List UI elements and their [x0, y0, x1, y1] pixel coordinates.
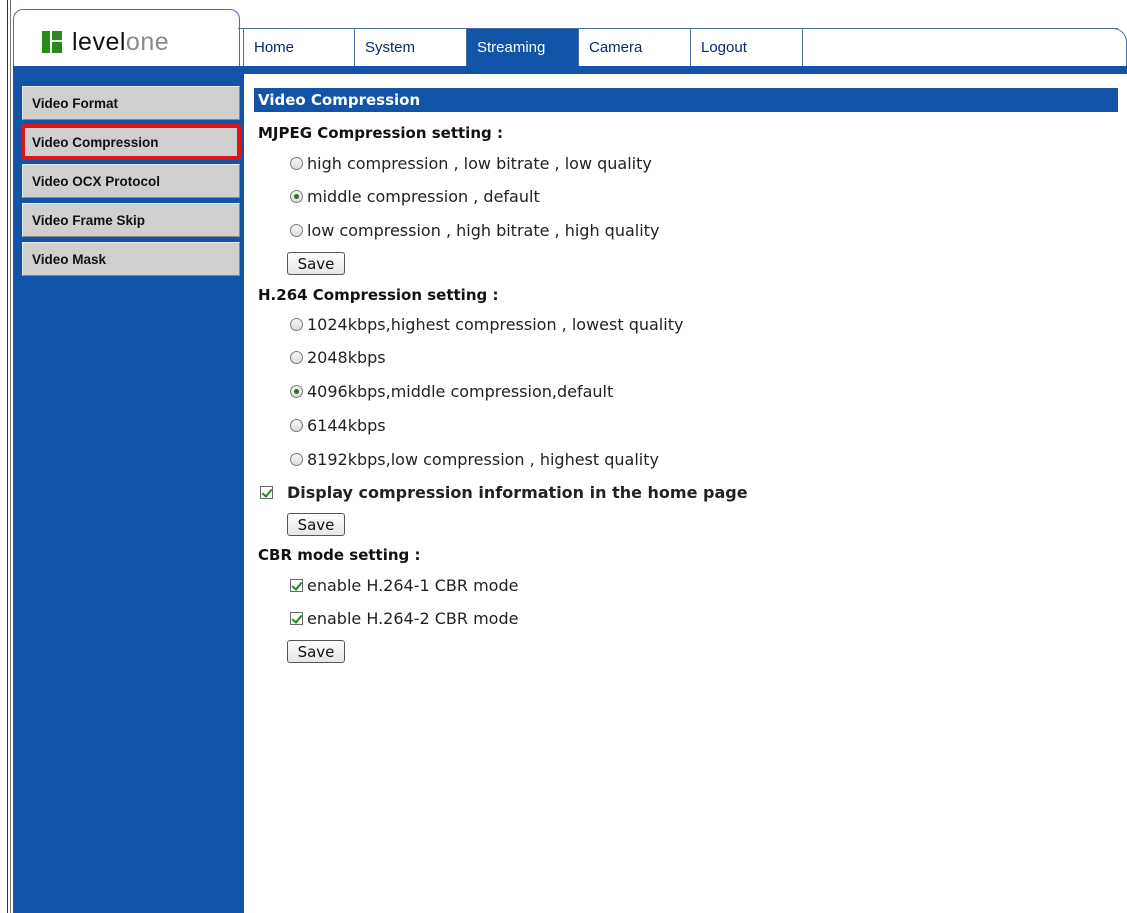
option-label: low compression , high bitrate , high qu…: [307, 221, 660, 240]
sidebar-item-video-format[interactable]: Video Format: [22, 86, 240, 120]
cbr-option-h264-1[interactable]: enable H.264-1 CBR mode: [290, 576, 518, 595]
window-edge: [7, 0, 8, 913]
radio-button[interactable]: [290, 190, 303, 203]
h264-option-4096[interactable]: 4096kbps,middle compression,default: [290, 382, 613, 401]
cbr-heading: CBR mode setting :: [258, 546, 421, 564]
sidebar-item-video-compression[interactable]: Video Compression: [21, 124, 241, 160]
nav-tab-home[interactable]: Home: [243, 29, 355, 66]
window-edge-inner: [10, 0, 11, 913]
radio-button[interactable]: [290, 157, 303, 170]
mjpeg-save-button[interactable]: Save: [287, 252, 345, 275]
option-label: middle compression , default: [307, 187, 540, 206]
checkbox[interactable]: [290, 579, 303, 592]
main-content: Video Compression MJPEG Compression sett…: [244, 74, 1127, 913]
nav-tab-camera[interactable]: Camera: [579, 29, 691, 66]
section-title: Video Compression: [254, 88, 1118, 112]
logo-wordmark: levelone: [72, 27, 170, 56]
sidebar-item-video-ocx-protocol[interactable]: Video OCX Protocol: [22, 164, 240, 198]
main-nav: Home System Streaming Camera Logout: [243, 29, 803, 66]
nav-tab-streaming[interactable]: Streaming: [467, 29, 579, 66]
radio-button[interactable]: [290, 351, 303, 364]
sidebar: Video Format Video Compression Video OCX…: [13, 74, 244, 913]
sidebar-item-video-mask[interactable]: Video Mask: [22, 242, 240, 276]
display-info-checkbox[interactable]: [260, 486, 273, 499]
mjpeg-option-high[interactable]: high compression , low bitrate , low qua…: [290, 154, 652, 173]
checkbox[interactable]: [290, 612, 303, 625]
h264-save-button[interactable]: Save: [287, 513, 345, 536]
logo-mark-icon: [42, 31, 62, 53]
h264-option-6144[interactable]: 6144kbps: [290, 416, 386, 435]
h264-option-1024[interactable]: 1024kbps,highest compression , lowest qu…: [290, 315, 683, 334]
h264-heading: H.264 Compression setting :: [258, 286, 499, 304]
option-label: 4096kbps,middle compression,default: [307, 382, 614, 401]
radio-button[interactable]: [290, 453, 303, 466]
cbr-option-h264-2[interactable]: enable H.264-2 CBR mode: [290, 609, 518, 628]
h264-option-8192[interactable]: 8192kbps,low compression , highest quali…: [290, 450, 659, 469]
h264-option-2048[interactable]: 2048kbps: [290, 348, 386, 367]
radio-button[interactable]: [290, 419, 303, 432]
radio-button[interactable]: [290, 385, 303, 398]
header-bar: [13, 66, 1127, 74]
option-label: 1024kbps,highest compression , lowest qu…: [307, 315, 684, 334]
nav-tab-system[interactable]: System: [355, 29, 467, 66]
option-label: enable H.264-2 CBR mode: [307, 609, 519, 628]
option-label: enable H.264-1 CBR mode: [307, 576, 519, 595]
option-label: 2048kbps: [307, 348, 386, 367]
option-label: Display compression information in the h…: [287, 483, 748, 502]
radio-button[interactable]: [290, 224, 303, 237]
nav-tab-logout[interactable]: Logout: [691, 29, 803, 66]
radio-button[interactable]: [290, 318, 303, 331]
header-right-corner: [1098, 28, 1127, 67]
option-label: 6144kbps: [307, 416, 386, 435]
mjpeg-option-low[interactable]: low compression , high bitrate , high qu…: [290, 221, 659, 240]
mjpeg-heading: MJPEG Compression setting :: [258, 124, 503, 142]
display-compression-info-option[interactable]: Display compression information in the h…: [260, 483, 748, 502]
option-label: 8192kbps,low compression , highest quali…: [307, 450, 659, 469]
cbr-save-button[interactable]: Save: [287, 640, 345, 663]
mjpeg-option-middle[interactable]: middle compression , default: [290, 187, 540, 206]
sidebar-item-video-frame-skip[interactable]: Video Frame Skip: [22, 203, 240, 237]
levelone-logo: levelone: [42, 27, 169, 57]
option-label: high compression , low bitrate , low qua…: [307, 154, 652, 173]
